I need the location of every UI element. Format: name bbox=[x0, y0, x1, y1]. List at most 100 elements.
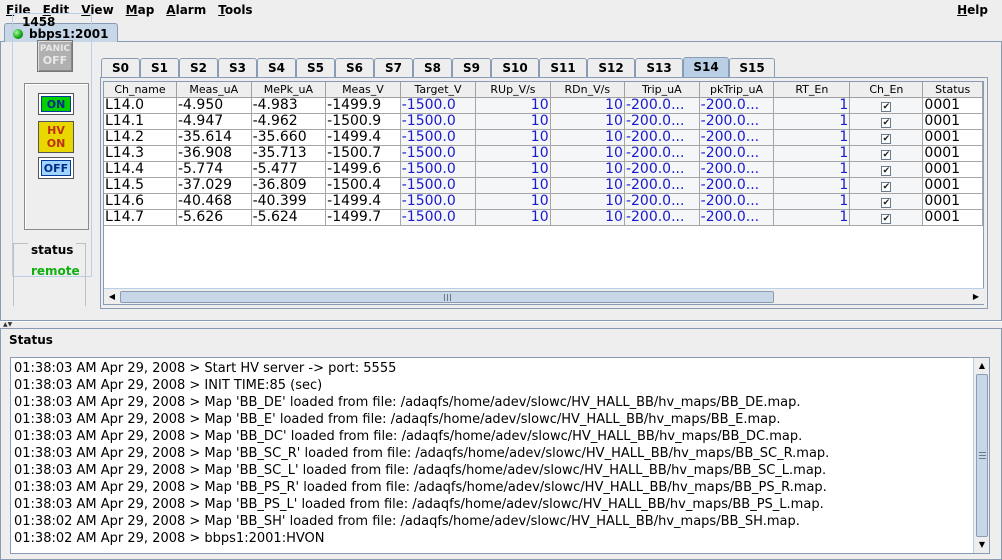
table-cell-pktrip[interactable]: -200.0... bbox=[699, 209, 775, 226]
table-cell-rdn[interactable]: 10 bbox=[550, 209, 625, 226]
table-cell-status[interactable]: 0001 bbox=[922, 129, 983, 146]
table-cell-status[interactable]: 0001 bbox=[922, 145, 983, 162]
table-cell-rten[interactable]: 1 bbox=[773, 145, 851, 162]
tab-slot-s11[interactable]: S11 bbox=[539, 58, 587, 77]
checkmark-icon[interactable]: ✔ bbox=[881, 117, 892, 128]
tab-slot-s3[interactable]: S3 bbox=[218, 58, 257, 77]
tab-slot-s5[interactable]: S5 bbox=[296, 58, 335, 77]
checkmark-icon[interactable]: ✔ bbox=[881, 149, 892, 160]
menu-help[interactable]: Help bbox=[951, 3, 994, 17]
scroll-down-icon[interactable]: ▼ bbox=[976, 539, 988, 551]
column-header-pktrip[interactable]: pkTrip_uA bbox=[699, 82, 775, 98]
table-cell-trip[interactable]: -200.0... bbox=[624, 113, 700, 130]
tab-slot-s12[interactable]: S12 bbox=[587, 58, 635, 77]
table-cell-rdn[interactable]: 10 bbox=[550, 161, 625, 178]
hv-on-button[interactable]: HV ON bbox=[38, 121, 74, 153]
table-cell-pktrip[interactable]: -200.0... bbox=[699, 177, 775, 194]
tab-slot-s7[interactable]: S7 bbox=[374, 58, 413, 77]
channel-enable-checkbox[interactable]: ✔ bbox=[849, 129, 924, 146]
scroll-thumb[interactable] bbox=[120, 291, 774, 303]
table-cell-status[interactable]: 0001 bbox=[922, 97, 983, 114]
log-scroll-thumb[interactable] bbox=[976, 374, 988, 537]
column-header-rten[interactable]: RT_En bbox=[773, 82, 851, 98]
table-cell-target[interactable]: -1500.0 bbox=[400, 209, 477, 226]
scroll-up-icon[interactable]: ▲ bbox=[976, 360, 988, 372]
table-cell-rten[interactable]: 1 bbox=[773, 113, 851, 130]
table-cell-rup[interactable]: 10 bbox=[475, 129, 551, 146]
table-row[interactable]: L14.4 -5.774 -5.477 -1499.6 -1500.0 10 10 -200.… bbox=[104, 161, 983, 178]
table-cell-trip[interactable]: -200.0... bbox=[624, 97, 700, 114]
checkmark-icon[interactable]: ✔ bbox=[881, 213, 892, 224]
table-cell-target[interactable]: -1500.0 bbox=[400, 129, 477, 146]
table-cell-trip[interactable]: -200.0... bbox=[624, 145, 700, 162]
channel-enable-checkbox[interactable]: ✔ bbox=[849, 177, 924, 194]
channel-enable-checkbox[interactable]: ✔ bbox=[849, 113, 924, 130]
split-divider[interactable]: ▲▼ bbox=[0, 321, 1002, 328]
table-row[interactable]: L14.0 -4.950 -4.983 -1499.9 -1500.0 10 10 -200.… bbox=[104, 97, 983, 114]
table-cell-rup[interactable]: 10 bbox=[475, 113, 551, 130]
panic-off-button[interactable]: PANIC OFF bbox=[37, 40, 73, 72]
table-cell-pktrip[interactable]: -200.0... bbox=[699, 145, 775, 162]
table-cell-rdn[interactable]: 10 bbox=[550, 113, 625, 130]
menu-alarm[interactable]: Alarm bbox=[160, 3, 212, 17]
table-cell-target[interactable]: -1500.0 bbox=[400, 177, 477, 194]
table-cell-target[interactable]: -1500.0 bbox=[400, 161, 477, 178]
channel-enable-checkbox[interactable]: ✔ bbox=[849, 193, 924, 210]
tab-slot-s1[interactable]: S1 bbox=[140, 58, 179, 77]
channel-enable-checkbox[interactable]: ✔ bbox=[849, 97, 924, 114]
tab-slot-s6[interactable]: S6 bbox=[335, 58, 374, 77]
column-header-status[interactable]: Status bbox=[922, 82, 983, 98]
table-cell-rup[interactable]: 10 bbox=[475, 177, 551, 194]
table-cell-rup[interactable]: 10 bbox=[475, 193, 551, 210]
status-log[interactable]: 01:38:03 AM Apr 29, 2008 > Start HV serv… bbox=[10, 357, 990, 554]
table-row[interactable]: L14.3 -36.908 -35.713 -1500.7 -1500.0 10 10 -20… bbox=[104, 145, 983, 162]
table-cell-rup[interactable]: 10 bbox=[475, 161, 551, 178]
table-cell-rten[interactable]: 1 bbox=[773, 177, 851, 194]
column-header-target[interactable]: Target_V bbox=[400, 82, 477, 98]
table-cell-pktrip[interactable]: -200.0... bbox=[699, 97, 775, 114]
table-cell-rdn[interactable]: 10 bbox=[550, 193, 625, 210]
column-header-meas[interactable]: Meas_uA bbox=[176, 82, 252, 98]
table-row[interactable]: L14.5 -37.029 -36.809 -1500.4 -1500.0 10 10 -20… bbox=[104, 177, 983, 194]
column-header-trip[interactable]: Trip_uA bbox=[624, 82, 700, 98]
table-cell-target[interactable]: -1500.0 bbox=[400, 193, 477, 210]
table-row[interactable]: L14.2 -35.614 -35.660 -1499.4 -1500.0 10 10 -20… bbox=[104, 129, 983, 146]
table-cell-trip[interactable]: -200.0... bbox=[624, 129, 700, 146]
column-header-rup[interactable]: RUp_V/s bbox=[475, 82, 551, 98]
table-cell-trip[interactable]: -200.0... bbox=[624, 209, 700, 226]
table-cell-rdn[interactable]: 10 bbox=[550, 145, 625, 162]
table-cell-pktrip[interactable]: -200.0... bbox=[699, 113, 775, 130]
table-cell-rten[interactable]: 1 bbox=[773, 129, 851, 146]
on-button[interactable]: ON bbox=[38, 93, 74, 115]
scroll-left-icon[interactable]: ◀ bbox=[106, 291, 118, 303]
table-cell-rdn[interactable]: 10 bbox=[550, 97, 625, 114]
tab-slot-s14[interactable]: S14 bbox=[683, 57, 729, 77]
table-cell-target[interactable]: -1500.0 bbox=[400, 97, 477, 114]
table-cell-rten[interactable]: 1 bbox=[773, 97, 851, 114]
table-cell-target[interactable]: -1500.0 bbox=[400, 113, 477, 130]
table-cell-trip[interactable]: -200.0... bbox=[624, 177, 700, 194]
table-cell-rten[interactable]: 1 bbox=[773, 193, 851, 210]
table-cell-trip[interactable]: -200.0... bbox=[624, 161, 700, 178]
table-cell-status[interactable]: 0001 bbox=[922, 177, 983, 194]
table-cell-target[interactable]: -1500.0 bbox=[400, 145, 477, 162]
table-cell-rup[interactable]: 10 bbox=[475, 145, 551, 162]
checkmark-icon[interactable]: ✔ bbox=[881, 165, 892, 176]
table-cell-rdn[interactable]: 10 bbox=[550, 129, 625, 146]
table-cell-pktrip[interactable]: -200.0... bbox=[699, 193, 775, 210]
tab-slot-s10[interactable]: S10 bbox=[491, 58, 539, 77]
column-header-rdn[interactable]: RDn_V/s bbox=[550, 82, 625, 98]
checkmark-icon[interactable]: ✔ bbox=[881, 181, 892, 192]
tab-slot-s2[interactable]: S2 bbox=[179, 58, 218, 77]
column-header-measv[interactable]: Meas_V bbox=[325, 82, 401, 98]
channel-enable-checkbox[interactable]: ✔ bbox=[849, 145, 924, 162]
table-cell-trip[interactable]: -200.0... bbox=[624, 193, 700, 210]
tab-slot-s9[interactable]: S9 bbox=[452, 58, 491, 77]
table-cell-rten[interactable]: 1 bbox=[773, 161, 851, 178]
menu-tools[interactable]: Tools bbox=[212, 3, 258, 17]
log-vertical-scrollbar[interactable]: ▲ ▼ bbox=[973, 358, 989, 553]
table-cell-rup[interactable]: 10 bbox=[475, 209, 551, 226]
table-cell-status[interactable]: 0001 bbox=[922, 113, 983, 130]
checkmark-icon[interactable]: ✔ bbox=[881, 101, 892, 112]
menu-map[interactable]: Map bbox=[120, 3, 161, 17]
